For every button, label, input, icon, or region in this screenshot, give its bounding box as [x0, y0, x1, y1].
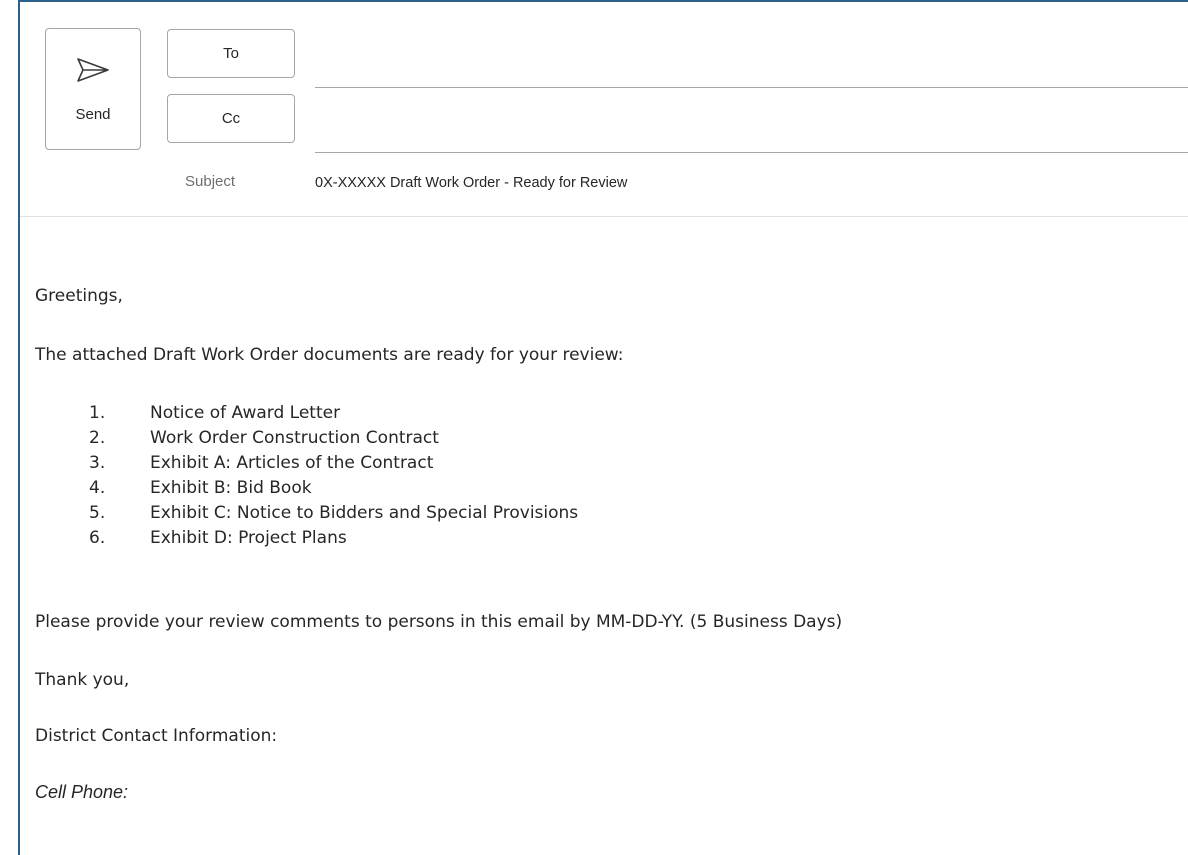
send-label: Send	[75, 106, 111, 123]
list-item-text: Exhibit C: Notice to Bidders and Special…	[150, 503, 579, 523]
compose-header: Send To Cc Subject	[20, 2, 1188, 217]
list-item-text: Exhibit A: Articles of the Contract	[150, 453, 434, 473]
list-item-text: Exhibit D: Project Plans	[150, 528, 347, 548]
send-icon	[77, 58, 109, 82]
request-text: Please provide your review comments to p…	[35, 612, 843, 632]
subject-field[interactable]	[315, 168, 1188, 198]
list-item-number: 1.	[89, 403, 106, 423]
list-item-number: 5.	[89, 503, 106, 523]
list-item-number: 3.	[89, 453, 106, 473]
list-item-text: Work Order Construction Contract	[150, 428, 439, 448]
cc-button[interactable]: Cc	[167, 94, 295, 143]
list-item-number: 6.	[89, 528, 106, 548]
cell-phone-label: Cell Phone:	[35, 782, 129, 802]
cc-field[interactable]	[315, 117, 1188, 153]
greeting-text: Greetings,	[35, 286, 123, 306]
send-button[interactable]: Send	[45, 28, 141, 150]
list-item-number: 2.	[89, 428, 106, 448]
compose-window: Send To Cc Subject Greetings, The attach…	[18, 0, 1188, 855]
thanks-text: Thank you,	[35, 670, 130, 690]
list-item-text: Notice of Award Letter	[150, 403, 341, 423]
list-item-text: Exhibit B: Bid Book	[150, 478, 312, 498]
intro-text: The attached Draft Work Order documents …	[35, 345, 624, 365]
contact-heading: District Contact Information:	[35, 726, 278, 746]
list-item-number: 4.	[89, 478, 106, 498]
to-field[interactable]	[315, 52, 1188, 88]
subject-label: Subject	[185, 173, 236, 190]
to-button[interactable]: To	[167, 29, 295, 78]
